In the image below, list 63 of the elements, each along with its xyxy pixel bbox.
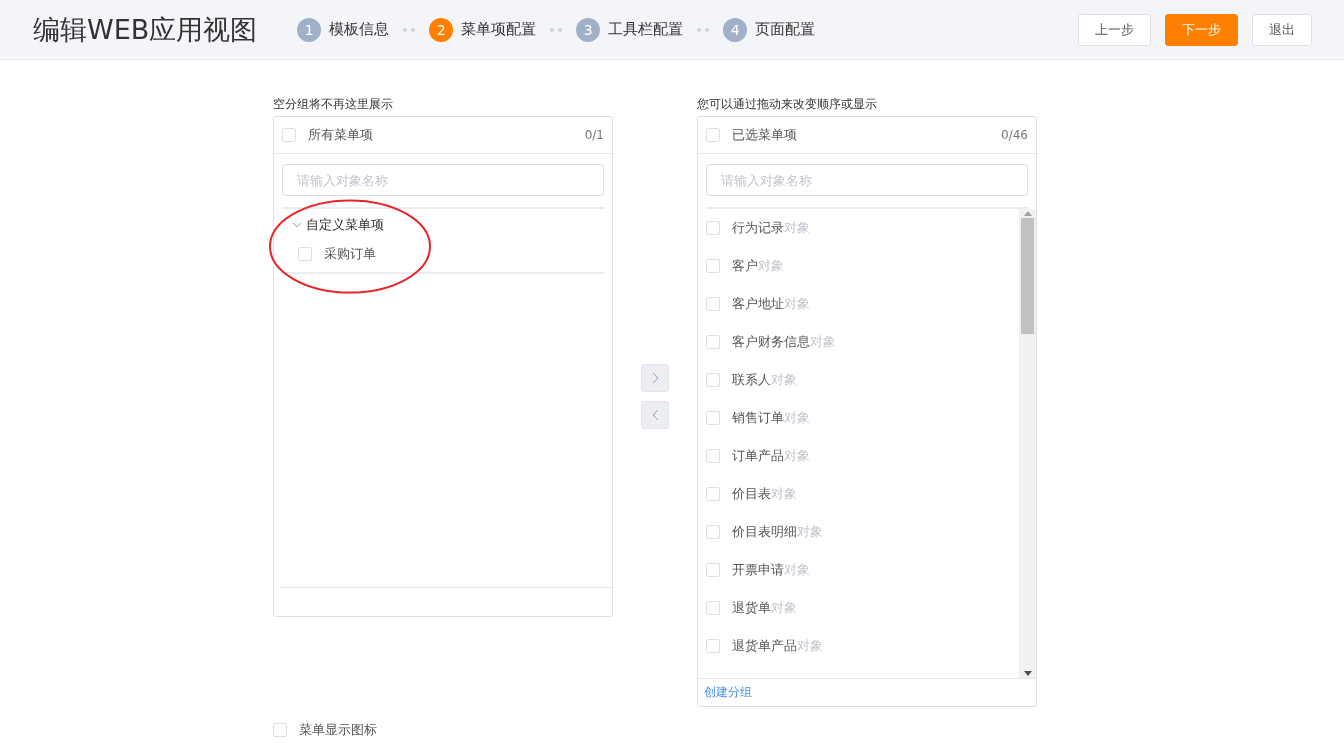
tree-group-label[interactable]: 自定义菜单项 [306, 216, 384, 234]
create-group-link[interactable]: 创建分组 [704, 684, 752, 701]
checkbox[interactable] [706, 487, 720, 501]
list-item-label[interactable]: 价目表对象 [732, 485, 797, 503]
step-connector [550, 27, 563, 32]
list-item-label[interactable]: 客户地址对象 [732, 295, 810, 313]
checkbox[interactable] [273, 723, 287, 737]
checkbox[interactable] [706, 297, 720, 311]
list-item-label[interactable]: 联系人对象 [732, 371, 797, 389]
move-right-button[interactable] [641, 364, 669, 392]
panel-header-label: 已选菜单项 [732, 126, 798, 144]
step-label: 模板信息 [329, 20, 390, 39]
checkbox[interactable] [706, 601, 720, 615]
move-left-button[interactable] [641, 401, 669, 429]
scroll-up-arrow-icon[interactable] [1023, 211, 1032, 216]
step-label: 页面配置 [755, 20, 816, 39]
checkbox[interactable] [282, 128, 296, 142]
checkbox[interactable] [706, 335, 720, 349]
tree-item-label[interactable]: 采购订单 [324, 244, 376, 263]
step-label: 工具栏配置 [608, 20, 684, 39]
list-item-label[interactable]: 行为记录对象 [732, 219, 810, 237]
selection-count: 0/1 [584, 128, 604, 142]
step-number: 4 [723, 17, 748, 42]
checkbox[interactable] [706, 449, 720, 463]
step-connector [697, 27, 710, 32]
chevron-right-icon [651, 372, 659, 384]
checkbox[interactable] [706, 373, 720, 387]
step-button[interactable]: 退出 [1252, 13, 1312, 46]
panel-caption: 空分组将不再这里展示 [273, 96, 394, 112]
panel-caption: 您可以通过拖动来改变顺序或显示 [697, 96, 878, 112]
checkbox[interactable] [706, 221, 720, 235]
checkbox[interactable] [706, 411, 720, 425]
search-field[interactable]: 请输入对象名称 [706, 164, 1028, 196]
step-number: 2 [429, 17, 454, 42]
chevron-left-icon [651, 409, 659, 421]
step-label: 菜单项配置 [461, 20, 537, 39]
step-connector [403, 27, 416, 32]
checkbox[interactable] [706, 128, 720, 142]
step-number: 1 [297, 17, 322, 42]
step-button[interactable]: 上一步 [1078, 13, 1151, 46]
panel-header-label: 所有菜单项 [308, 126, 374, 144]
checkbox[interactable] [706, 563, 720, 577]
list-item-label[interactable]: 开票申请对象 [732, 561, 810, 579]
step-number: 3 [576, 17, 601, 42]
page-title: 编辑WEB应用视图 [33, 12, 258, 47]
list-item-label[interactable]: 客户对象 [732, 257, 784, 275]
caret-icon[interactable] [292, 221, 302, 229]
list-item-label[interactable]: 销售订单对象 [732, 409, 810, 427]
search-field[interactable]: 请输入对象名称 [282, 164, 604, 196]
list-item-label[interactable]: 订单产品对象 [732, 447, 810, 465]
list-item-label[interactable]: 退货单产品对象 [732, 637, 823, 655]
list-item-label[interactable]: 客户财务信息对象 [732, 333, 836, 351]
scroll-down-arrow-icon[interactable] [1023, 671, 1032, 676]
scrollbar-thumb[interactable] [1021, 218, 1034, 334]
list-item-label[interactable]: 退货单对象 [732, 599, 797, 617]
checkbox[interactable] [706, 259, 720, 273]
checkbox[interactable] [706, 525, 720, 539]
list-item-label[interactable]: 价目表明细对象 [732, 523, 823, 541]
selection-count: 0/46 [1001, 128, 1028, 142]
checkbox[interactable] [298, 246, 312, 261]
scrollbar[interactable] [1019, 209, 1036, 678]
option-label: 菜单显示图标 [299, 721, 377, 739]
checkbox[interactable] [706, 639, 720, 653]
